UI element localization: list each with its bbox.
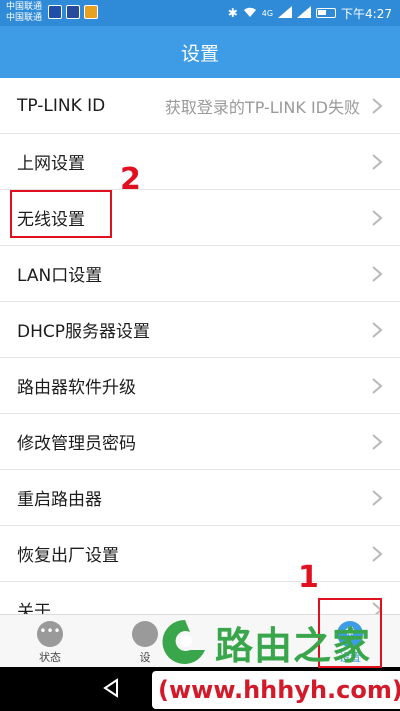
notification-mail-icon — [66, 5, 80, 19]
watermark-url: (www.hhhyh.com) — [152, 671, 400, 709]
battery-icon — [316, 8, 337, 18]
settings-list: TP-LINK ID 获取登录的TP-LINK ID失败 上网设置 无线设置 L… — [0, 78, 400, 638]
tab-label: 状态 — [39, 651, 61, 664]
chevron-right-icon — [372, 266, 383, 282]
list-item-label: 上网设置 — [17, 154, 85, 174]
annotation-step-2: 2 — [120, 162, 141, 197]
chevron-right-icon — [372, 378, 383, 394]
annotation-step-1: 1 — [298, 560, 319, 595]
list-item-tplink-id[interactable]: TP-LINK ID 获取登录的TP-LINK ID失败 — [0, 78, 400, 134]
status-bar: 中国联通 中国联通 ✱ 4G 下午4:27 — [0, 0, 400, 26]
chevron-right-icon — [372, 546, 383, 562]
list-item-firmware-upgrade[interactable]: 路由器软件升级 — [0, 358, 400, 414]
watermark-brand: 路由之家 — [215, 624, 372, 668]
list-item-label: DHCP服务器设置 — [17, 322, 150, 342]
notification-app-icon — [48, 5, 62, 19]
list-item-factory-reset[interactable]: 恢复出厂设置 — [0, 526, 400, 582]
wifi-icon — [243, 6, 257, 21]
list-item-label: 恢复出厂设置 — [17, 546, 119, 566]
notification-lock-icon — [84, 5, 98, 19]
list-item-internet-settings[interactable]: 上网设置 — [0, 134, 400, 190]
list-item-label: TP-LINK ID — [17, 95, 106, 116]
dots-icon: ••• — [37, 621, 63, 647]
chevron-right-icon — [372, 210, 383, 226]
carrier-label-1: 中国联通 — [6, 2, 43, 12]
network-type-label: 4G — [261, 8, 274, 18]
list-item-dhcp-settings[interactable]: DHCP服务器设置 — [0, 302, 400, 358]
list-item-lan-settings[interactable]: LAN口设置 — [0, 246, 400, 302]
signal-icon-2 — [297, 5, 312, 21]
list-item-label: 重启路由器 — [17, 490, 102, 510]
list-item-reboot-router[interactable]: 重启路由器 — [0, 470, 400, 526]
page-header: 设置 — [0, 26, 400, 78]
tplink-id-status: 获取登录的TP-LINK ID失败 — [164, 97, 360, 117]
carrier-label-2: 中国联通 — [6, 13, 43, 23]
annotation-highlight-wireless — [10, 190, 112, 238]
chevron-right-icon — [372, 98, 383, 114]
bluetooth-icon: ✱ — [227, 6, 238, 20]
chevron-right-icon — [372, 434, 383, 450]
back-icon[interactable] — [100, 677, 122, 699]
list-item-label: LAN口设置 — [17, 266, 103, 286]
list-item-label: 路由器软件升级 — [17, 378, 136, 398]
tab-status[interactable]: ••• 状态 — [10, 615, 90, 668]
chevron-right-icon — [372, 490, 383, 506]
chevron-right-icon — [372, 322, 383, 338]
list-item-label: 修改管理员密码 — [17, 434, 136, 454]
page-title: 设置 — [180, 42, 219, 65]
signal-icon — [278, 5, 293, 21]
chevron-right-icon — [372, 154, 383, 170]
clock: 下午4:27 — [341, 6, 392, 21]
list-item-admin-password[interactable]: 修改管理员密码 — [0, 414, 400, 470]
